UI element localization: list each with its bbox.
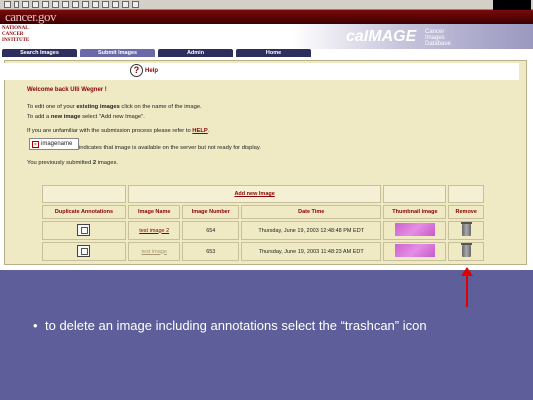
search-icon[interactable] [52, 1, 59, 8]
windows-logo-icon [493, 0, 531, 10]
header-duplicate-annotations: Duplicate Annotations [42, 205, 126, 219]
print-icon[interactable] [92, 1, 99, 8]
help-link[interactable]: Help [145, 68, 158, 74]
table-spacer-cell [383, 185, 447, 203]
refresh-icon[interactable] [32, 1, 39, 8]
thumbnail-image[interactable] [394, 223, 435, 236]
duplicate-cell [42, 221, 126, 240]
remove-cell [448, 221, 484, 240]
image-name-link[interactable]: test image 2 [139, 228, 169, 234]
image-number-cell: 653 [182, 242, 240, 261]
tab-search-images[interactable]: Search Images [2, 49, 77, 57]
image-number-cell: 654 [182, 221, 240, 240]
image-name-link[interactable]: test image [142, 249, 167, 255]
thumbnail-image[interactable] [394, 244, 435, 257]
date-time-cell: Thursday, June 19, 2003 11:48:23 AM EDT [241, 242, 382, 261]
legend-imagename-label: imagename [41, 141, 73, 147]
nci-logo-text[interactable]: NATIONAL CANCER INSTITUTE [2, 26, 42, 44]
instruction-add: To add a new image select "Add new Image… [27, 114, 145, 120]
site-logo[interactable]: cancer.gov [5, 9, 56, 25]
nci-banner [0, 10, 533, 24]
header-date-time: Date Time [241, 205, 382, 219]
slide-caption: to delete an image including annotations… [45, 318, 427, 333]
messenger-icon[interactable] [132, 1, 139, 8]
header-image-name: Image Name [127, 205, 181, 219]
image-name-cell: test image [127, 242, 181, 261]
trashcan-icon[interactable] [460, 221, 472, 236]
images-table: Add new Image Duplicate Annotations Imag… [40, 183, 486, 263]
browser-toolbar [0, 0, 533, 10]
bullet-icon: • [33, 318, 38, 333]
trashcan-icon[interactable] [460, 242, 472, 257]
arrow-shaft [466, 274, 468, 307]
brand-title: caIMAGE [346, 28, 417, 45]
thumbnail-cell [383, 221, 447, 240]
stop-icon[interactable] [22, 1, 29, 8]
home-icon[interactable] [42, 1, 49, 8]
media-icon[interactable] [122, 1, 129, 8]
back-icon[interactable] [4, 1, 11, 8]
instruction-help: If you are unfamiliar with the submissio… [27, 128, 209, 134]
table-spacer-cell [42, 185, 126, 203]
remove-cell [448, 242, 484, 261]
tab-home[interactable]: Home [236, 49, 311, 57]
duplicate-annotations-icon[interactable] [77, 223, 91, 236]
slide-caption-panel [0, 270, 533, 400]
header-image-number: Image Number [182, 205, 240, 219]
duplicate-annotations-icon[interactable] [77, 244, 91, 257]
instruction-edit-text: To edit one of your [27, 104, 77, 110]
header-thumbnail-image: Thumbnail image [383, 205, 447, 219]
table-row: test image 653 Thursday, June 19, 2003 1… [42, 242, 484, 261]
tab-submit-images[interactable]: Submit Images [80, 49, 155, 57]
submitted-suffix: images. [96, 160, 118, 166]
instruction-edit-tail: click on the name of the image. [119, 104, 202, 110]
instruction-help-tail: . [207, 128, 210, 134]
forward-icon[interactable] [14, 1, 19, 8]
duplicate-cell [42, 242, 126, 261]
thumbnail-cell [383, 242, 447, 261]
add-new-image-link[interactable]: Add new Image [234, 191, 274, 197]
instruction-edit-bold: existing images [76, 104, 120, 110]
date-time-cell: Thursday, June 19, 2003 12:48:48 PM EDT [241, 221, 382, 240]
table-row: test image 2 654 Thursday, June 19, 2003… [42, 221, 484, 240]
image-name-cell: test image 2 [127, 221, 181, 240]
instruction-add-tail: select "Add new Image". [80, 114, 145, 120]
favorites-icon[interactable] [62, 1, 69, 8]
table-spacer-cell [448, 185, 484, 203]
submitted-prefix: You previously submitted [27, 160, 93, 166]
add-new-cell: Add new Image [127, 185, 382, 203]
history-icon[interactable] [72, 1, 79, 8]
instruction-help-text: If you are unfamiliar with the submissio… [27, 128, 193, 134]
submitted-count-text: You previously submitted 2 images. [27, 160, 118, 166]
header-remove: Remove [448, 205, 484, 219]
instruction-edit: To edit one of your existing images clic… [27, 104, 202, 110]
legend-text: indicates that image is available on the… [79, 145, 261, 151]
discuss-icon[interactable] [112, 1, 119, 8]
broken-image-icon: × [32, 140, 39, 148]
help-row [4, 63, 519, 80]
help-icon[interactable]: ? [130, 64, 143, 77]
brand-subtitle: Cancer Images Database [425, 29, 451, 47]
edit-icon[interactable] [102, 1, 109, 8]
help-text-link[interactable]: HELP [192, 128, 207, 134]
welcome-message: Welcome back Ulli Wegner ! [27, 87, 107, 93]
legend-imagename: × imagename [29, 138, 79, 150]
instruction-add-text: To add a [27, 114, 51, 120]
tab-admin[interactable]: Admin [158, 49, 233, 57]
instruction-add-bold: new image [50, 114, 81, 120]
mail-icon[interactable] [82, 1, 89, 8]
